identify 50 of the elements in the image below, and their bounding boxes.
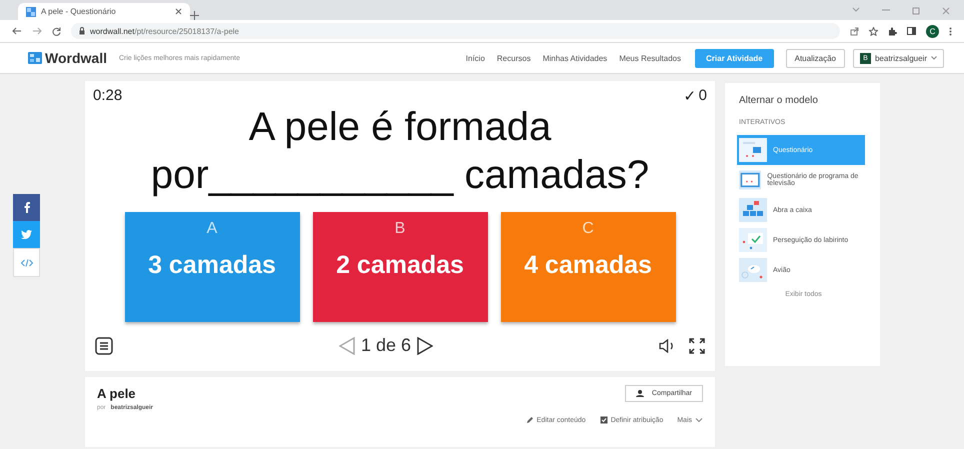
logo-icon xyxy=(28,52,42,64)
nav-link[interactable]: Início xyxy=(466,54,485,62)
bird-icon xyxy=(21,230,32,239)
nav-link[interactable]: Meus Resultados xyxy=(619,54,681,62)
twitter-share-button[interactable] xyxy=(13,221,40,248)
facebook-share-button[interactable] xyxy=(13,194,40,221)
puzzle-icon[interactable] xyxy=(888,26,897,36)
reload-icon[interactable] xyxy=(52,26,61,36)
address-bar[interactable]: wordwall.net/pt/resource/25018137/a-pele xyxy=(71,23,840,39)
nav-link[interactable]: Minhas Atividades xyxy=(542,54,608,62)
back-arrow-icon[interactable] xyxy=(12,27,22,35)
nav-link[interactable]: Recursos xyxy=(496,54,531,62)
logo-text: Wordwall xyxy=(45,50,107,66)
answer-button[interactable]: B 2 camadas xyxy=(312,212,488,322)
thumbnail-drawing xyxy=(739,198,767,222)
lock-icon xyxy=(79,27,85,35)
score: 0 xyxy=(698,87,707,105)
fullscreen-icon[interactable] xyxy=(689,338,705,354)
facebook-icon xyxy=(24,202,30,213)
share-icon[interactable] xyxy=(850,26,859,36)
next-icon[interactable] xyxy=(417,336,434,354)
caret-icon xyxy=(695,416,703,424)
new-tab-icon[interactable] xyxy=(190,11,199,20)
menu-icon[interactable] xyxy=(95,336,113,354)
question-text: por___________ camadas? xyxy=(150,152,650,199)
site-icon xyxy=(26,6,36,16)
page-indicator: 1 de 6 xyxy=(360,335,412,356)
close-icon[interactable] xyxy=(175,8,182,15)
person-icon xyxy=(636,390,644,397)
url-text: wordwall.net/pt/resource/25018137/a-pele xyxy=(90,26,239,36)
check-mark: ✓ xyxy=(684,87,697,105)
question-text: A pele é formada xyxy=(248,104,552,151)
checkbox-icon xyxy=(600,416,608,424)
panel-title: Alternar o modelo xyxy=(739,95,819,106)
timer: 0:28 xyxy=(93,87,122,105)
embed-button[interactable] xyxy=(13,248,40,277)
thumbnail-drawing xyxy=(739,138,767,162)
browser-tab[interactable]: A pele - Questionário xyxy=(18,3,190,20)
star-icon[interactable] xyxy=(869,26,878,36)
thumbnail-drawing xyxy=(739,168,762,192)
code-icon xyxy=(20,258,32,266)
pencil-icon xyxy=(526,416,534,424)
profile-avatar[interactable]: C xyxy=(926,24,939,38)
thumbnail-drawing xyxy=(739,258,767,282)
caret-icon xyxy=(931,56,937,60)
thumbnail-drawing xyxy=(739,228,767,252)
activity-title: A pele xyxy=(97,386,136,401)
upgrade-button[interactable]: Atualização xyxy=(786,48,845,68)
sidebar-icon[interactable] xyxy=(907,27,916,35)
more-icon[interactable] xyxy=(949,26,952,36)
